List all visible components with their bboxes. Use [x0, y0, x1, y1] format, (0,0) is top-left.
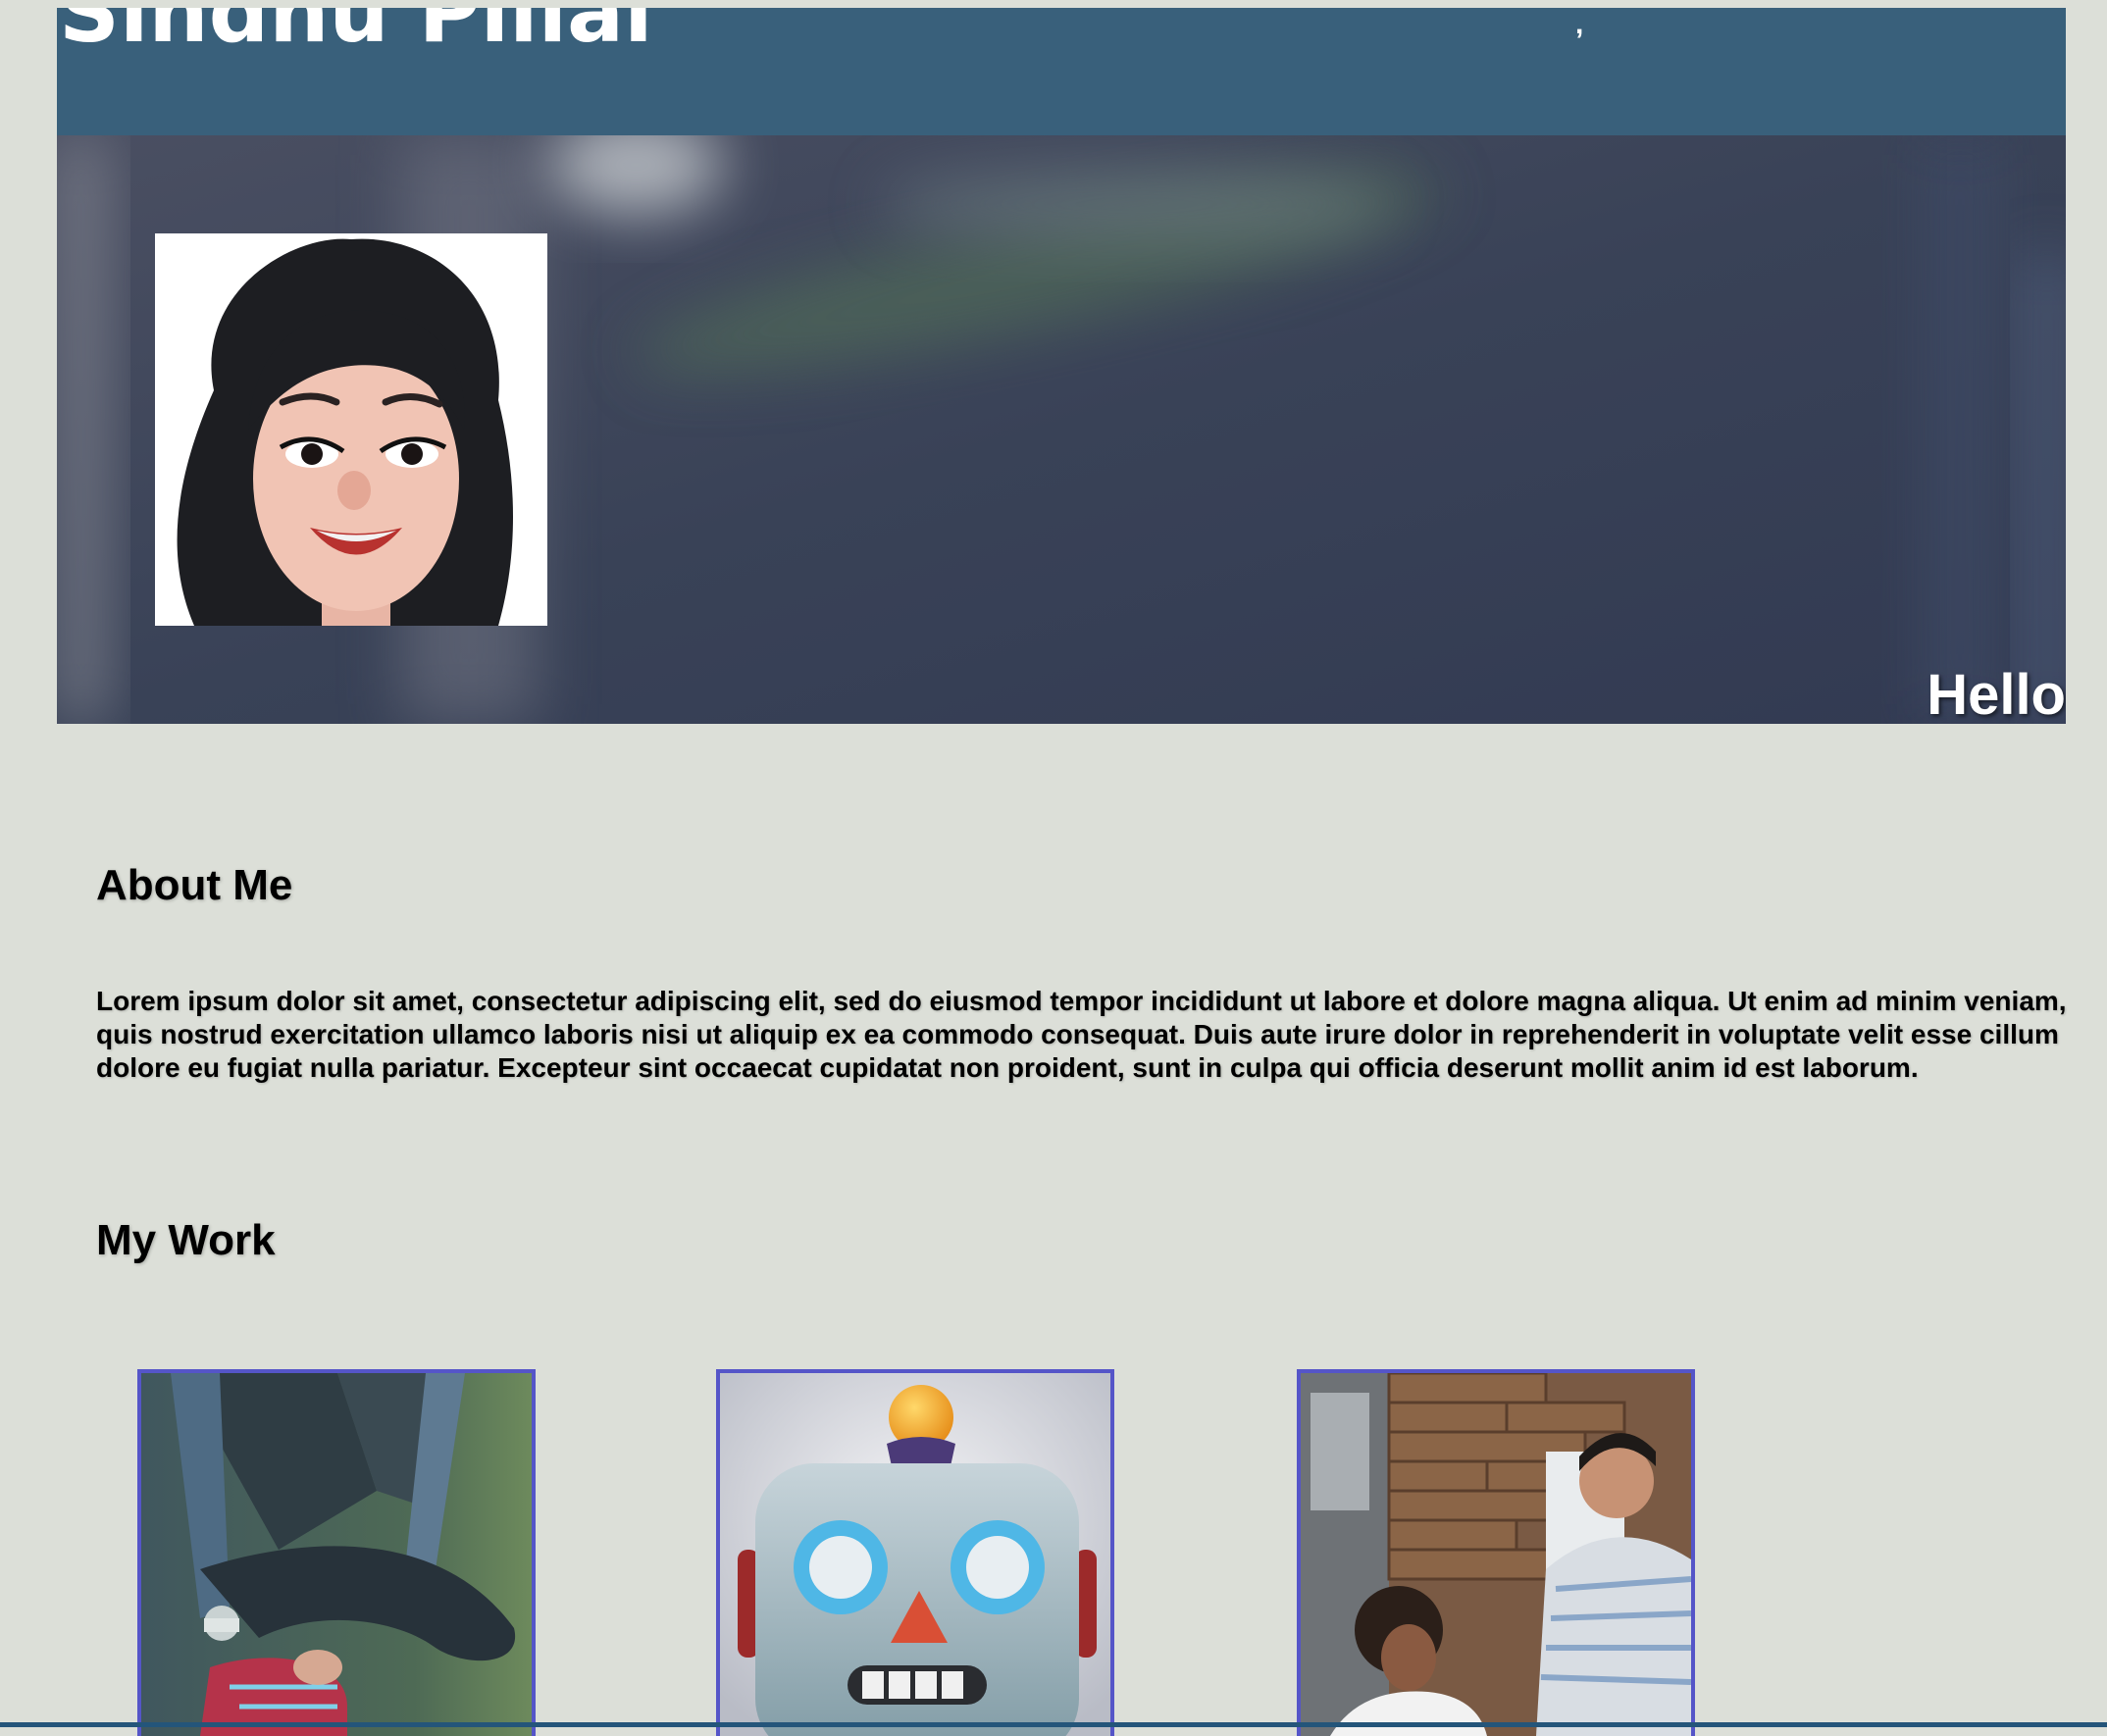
about-heading: About Me [96, 861, 293, 909]
about-paragraph: Lorem ipsum dolor sit amet, consectetur … [96, 986, 2067, 1083]
hero-banner: Hello [57, 135, 2066, 724]
work-heading: My Work [96, 1216, 276, 1264]
work-item-meeting[interactable] [1297, 1369, 1695, 1736]
site-header: Sindhu Pillai , [57, 8, 2066, 135]
hero-greeting: Hello [1927, 663, 2066, 724]
runner-photo-icon [141, 1373, 532, 1736]
robot-face-icon [720, 1373, 1110, 1736]
team-meeting-photo-icon [1301, 1373, 1691, 1736]
memoji-avatar-icon [177, 238, 513, 626]
header-mark: , [1575, 8, 1584, 40]
site-title: Sindhu Pillai [59, 8, 653, 62]
avatar [155, 233, 547, 626]
bottom-divider [0, 1722, 2107, 1727]
work-item-runner[interactable] [137, 1369, 536, 1736]
work-item-robot[interactable] [716, 1369, 1114, 1736]
